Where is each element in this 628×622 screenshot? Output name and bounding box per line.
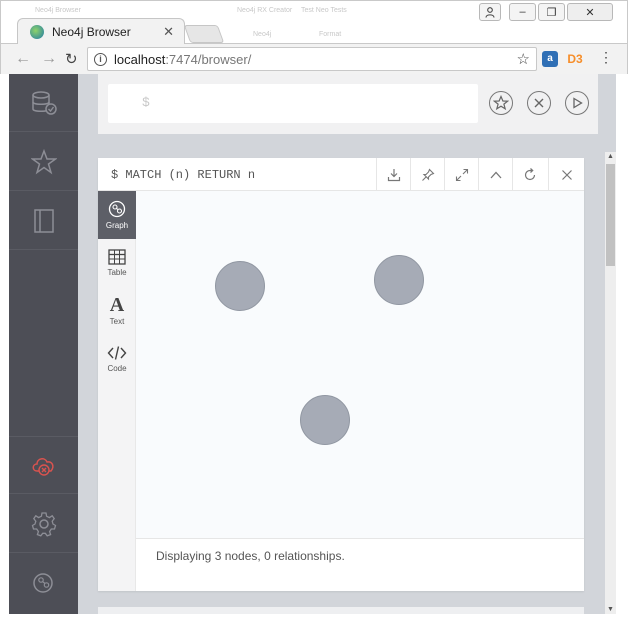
address-bar[interactable]: i localhost:7474/browser/ ☆	[87, 47, 537, 71]
download-button[interactable]	[376, 158, 410, 191]
tab-table-label: Table	[107, 268, 127, 277]
frame-query-text[interactable]: $ MATCH (n) RETURN n	[111, 168, 255, 182]
minimize-button[interactable]: –	[509, 3, 536, 21]
about-neo4j-icon	[32, 573, 53, 593]
graph-icon	[108, 200, 126, 218]
browser-tab-neo4j[interactable]: Neo4j Browser ✕	[17, 18, 185, 45]
favorite-button[interactable]	[489, 91, 513, 115]
extension-icon[interactable]: a	[542, 51, 558, 67]
background-tab-label: Test Neo Tests	[301, 7, 347, 14]
graph-node[interactable]	[300, 395, 350, 445]
window-titlebar: Neo4j Browser ✕ Neo4j Browser Neo4j RX C…	[0, 0, 628, 45]
sidebar-item-favorites[interactable]	[9, 133, 78, 191]
tab-graph-label: Graph	[105, 221, 129, 230]
sidebar-item-settings[interactable]	[9, 495, 78, 553]
scroll-down-arrow-icon[interactable]: ▼	[607, 606, 614, 613]
status-text: Displaying 3 nodes, 0 relationships.	[156, 549, 345, 563]
sidebar-item-documents[interactable]	[9, 192, 78, 250]
star-icon	[493, 95, 509, 111]
rerun-button[interactable]	[512, 158, 546, 191]
download-icon	[387, 168, 400, 181]
disconnected-cloud-icon	[32, 458, 54, 476]
tab-table[interactable]: Table	[98, 239, 136, 287]
table-icon	[108, 249, 126, 265]
reload-icon[interactable]: ↻	[65, 50, 78, 68]
settings-gear-icon	[31, 511, 56, 537]
menu-kebab-icon[interactable]: ⋮	[599, 49, 613, 66]
graph-node[interactable]	[374, 255, 424, 305]
frame-header: $ MATCH (n) RETURN n	[98, 158, 584, 191]
clear-button[interactable]	[527, 91, 551, 115]
documents-book-icon	[33, 208, 54, 233]
database-icon	[31, 90, 57, 115]
background-tab-label: Neo4j	[253, 31, 272, 38]
code-icon	[107, 346, 127, 360]
next-frame-edge	[98, 607, 584, 614]
neo4j-sidebar	[9, 74, 78, 614]
background-tab-label: Neo4j RX Creator	[237, 7, 293, 14]
pin-button[interactable]	[410, 158, 444, 191]
cypher-editor-input[interactable]: $	[108, 84, 478, 123]
user-icon	[485, 6, 495, 18]
new-tab-button[interactable]	[183, 25, 225, 43]
query-editor-card: $	[98, 74, 598, 134]
background-tab-label: Neo4j Browser	[35, 7, 81, 14]
tab-code[interactable]: Code	[98, 335, 136, 383]
neo4j-favicon-icon	[30, 25, 44, 39]
browser-toolbar: ← → ↻ i localhost:7474/browser/ ☆ a D3 ⋮	[0, 44, 628, 74]
editor-prompt: $	[142, 95, 150, 110]
site-info-icon[interactable]: i	[94, 53, 107, 66]
user-profile-button[interactable]	[479, 3, 501, 21]
pin-icon	[421, 168, 434, 181]
refresh-icon	[524, 167, 535, 180]
chevron-up-icon	[490, 171, 501, 178]
result-frame: $ MATCH (n) RETURN n Graph Table A Text …	[98, 158, 584, 591]
favorites-star-icon	[30, 148, 57, 174]
window-controls: – ❐ ✕	[479, 3, 613, 21]
tab-title: Neo4j Browser	[52, 25, 131, 39]
fullscreen-button[interactable]	[444, 158, 478, 191]
d3-extension-icon[interactable]: D3	[567, 51, 583, 67]
tab-text-label: Text	[109, 317, 125, 326]
scroll-up-arrow-icon[interactable]: ▲	[607, 153, 614, 160]
close-x-icon	[534, 98, 544, 108]
forward-arrow-icon[interactable]: →	[41, 50, 57, 68]
tab-text[interactable]: A Text	[98, 287, 136, 335]
neo4j-main-area: $ $ MATCH (n) RETURN n Graph Table A Tex…	[78, 74, 616, 614]
background-tab-label: Format	[319, 31, 342, 38]
sidebar-item-database[interactable]	[9, 74, 78, 132]
back-arrow-icon[interactable]: ←	[15, 50, 31, 68]
sidebar-item-connection[interactable]	[9, 436, 78, 494]
maximize-button[interactable]: ❐	[538, 3, 565, 21]
close-window-button[interactable]: ✕	[567, 3, 613, 21]
main-scrollbar[interactable]: ▲ ▼	[605, 152, 616, 614]
collapse-button[interactable]	[478, 158, 512, 191]
tab-graph[interactable]: Graph	[98, 191, 136, 239]
sidebar-item-about[interactable]	[9, 554, 78, 612]
graph-node[interactable]	[215, 261, 265, 311]
tab-close-icon[interactable]: ✕	[163, 24, 174, 40]
run-button[interactable]	[565, 91, 589, 115]
bookmark-star-icon[interactable]: ☆	[517, 50, 530, 68]
url-text: localhost:7474/browser/	[114, 52, 252, 67]
expand-icon	[455, 168, 468, 181]
close-frame-button[interactable]	[548, 158, 584, 191]
view-switcher: Graph Table A Text Code	[98, 191, 136, 591]
text-a-icon: A	[109, 294, 125, 316]
scrollbar-thumb[interactable]	[606, 164, 615, 266]
graph-canvas[interactable]	[136, 191, 584, 538]
tab-code-label: Code	[107, 364, 127, 373]
close-icon	[561, 169, 572, 180]
play-icon	[573, 97, 583, 109]
status-bar: Displaying 3 nodes, 0 relationships.	[136, 538, 584, 591]
